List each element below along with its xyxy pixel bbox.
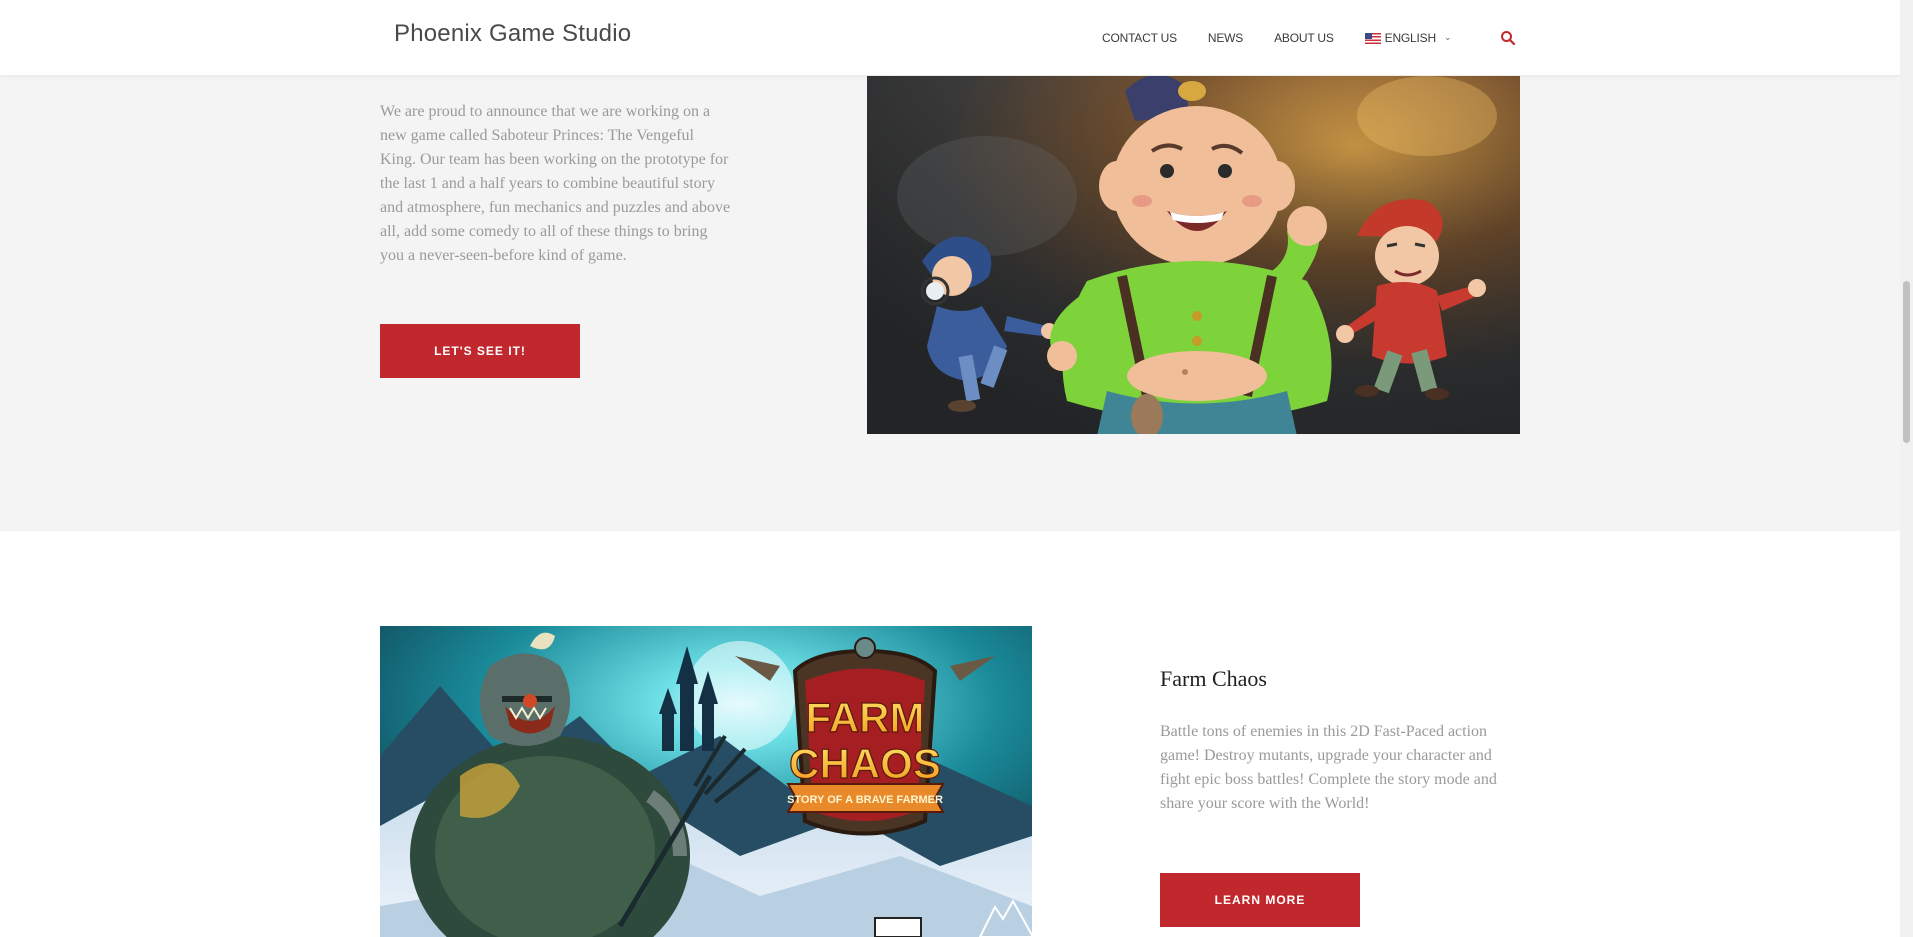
farm-chaos-logo-line1: FARM <box>806 694 925 741</box>
farm-chaos-description: Battle tons of enemies in this 2D Fast-P… <box>1160 723 1497 812</box>
site-logo[interactable]: Phoenix Game Studio <box>394 20 631 48</box>
site-header: Phoenix Game Studio CONTACT US NEWS ABOU… <box>0 0 1900 76</box>
saboteur-princes-image <box>867 76 1520 434</box>
farm-chaos-section: FARM CHAOS STORY OF A BRAVE FARMER Farm … <box>0 531 1900 937</box>
nav-contact-us[interactable]: CONTACT US <box>1102 31 1177 45</box>
learn-more-button[interactable]: LEARN MORE <box>1160 873 1360 927</box>
lets-see-it-button[interactable]: LET'S SEE IT! <box>380 324 580 378</box>
farm-chaos-logo-line2: CHAOS <box>789 740 941 787</box>
main-nav: CONTACT US NEWS ABOUT US ENGLISH ⌄ <box>1102 29 1451 47</box>
language-label: ENGLISH <box>1384 31 1436 45</box>
farm-chaos-logo-ribbon: STORY OF A BRAVE FARMER <box>787 794 943 806</box>
search-icon[interactable] <box>1500 30 1516 46</box>
chevron-down-icon: ⌄ <box>1443 31 1452 42</box>
nav-news[interactable]: NEWS <box>1208 31 1243 45</box>
farm-chaos-image: FARM CHAOS STORY OF A BRAVE FARMER <box>380 626 1032 937</box>
saboteur-princes-description: We are proud to announce that we are wor… <box>380 103 731 264</box>
language-selector[interactable]: ENGLISH ⌄ <box>1364 31 1452 45</box>
scrollbar-thumb[interactable] <box>1903 281 1910 443</box>
us-flag-icon <box>1364 32 1381 44</box>
saboteur-princes-section: We are proud to announce that we are wor… <box>0 76 1900 531</box>
farm-chaos-title: Farm Chaos <box>1160 666 1267 691</box>
page-scrollbar[interactable] <box>1900 0 1913 937</box>
nav-about-us[interactable]: ABOUT US <box>1274 31 1334 45</box>
